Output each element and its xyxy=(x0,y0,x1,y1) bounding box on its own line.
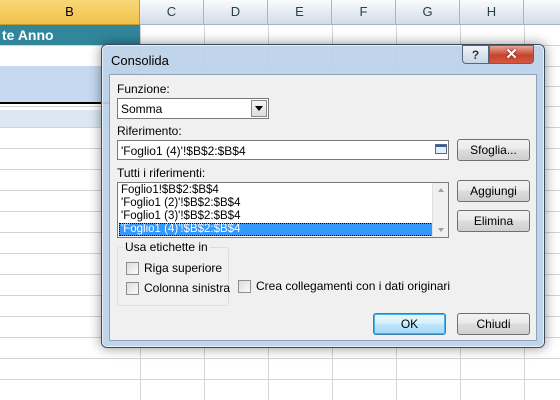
column-header-c[interactable]: C xyxy=(140,0,204,25)
labels-group-title: Usa etichette in xyxy=(123,240,210,254)
labels-groupbox: Usa etichette in Riga superiore Colonna … xyxy=(117,240,230,306)
column-header-e[interactable]: E xyxy=(268,0,332,25)
scroll-down-button[interactable] xyxy=(433,223,448,237)
delete-button[interactable]: Elimina xyxy=(457,210,530,232)
column-header-g[interactable]: G xyxy=(396,0,460,25)
column-header-b[interactable]: B xyxy=(0,0,140,25)
chevron-up-icon xyxy=(438,188,444,192)
vertical-scrollbar[interactable] xyxy=(432,183,448,237)
consolidate-dialog: Consolida ? ✕ Funzione: Somma Riferiment… xyxy=(101,44,545,348)
list-item-selected[interactable]: 'Foglio1 (4)'!$B$2:$B$4 xyxy=(119,223,433,236)
column-header-h[interactable]: H xyxy=(460,0,524,25)
close-icon: ✕ xyxy=(505,46,518,63)
top-row-checkbox[interactable] xyxy=(126,262,139,275)
create-links-checkbox[interactable] xyxy=(238,280,251,293)
help-icon: ? xyxy=(471,47,480,62)
close-dialog-button[interactable]: Chiudi xyxy=(457,313,530,335)
scroll-up-button[interactable] xyxy=(433,183,448,197)
column-header-next[interactable] xyxy=(524,0,560,25)
column-header-d[interactable]: D xyxy=(204,0,268,25)
help-button[interactable]: ? xyxy=(462,45,489,64)
all-references-label: Tutti i riferimenti: xyxy=(117,166,206,180)
column-headers: B C D E F G H xyxy=(0,0,560,25)
top-row-label[interactable]: Riga superiore xyxy=(144,261,222,275)
list-item[interactable]: 'Foglio1 (3)'!$B$2:$B$4 xyxy=(119,210,433,223)
reference-input[interactable]: 'Foglio1 (4)'!$B$2:$B$4 xyxy=(117,140,449,160)
grid-line xyxy=(0,379,560,380)
reference-value: 'Foglio1 (4)'!$B$2:$B$4 xyxy=(121,144,246,158)
list-item[interactable]: 'Foglio1 (2)'!$B$2:$B$4 xyxy=(119,197,433,210)
dialog-body: Funzione: Somma Riferimento: 'Foglio1 (4… xyxy=(109,74,537,341)
collapse-dialog-icon[interactable] xyxy=(434,142,449,158)
title-cell[interactable]: te Anno xyxy=(0,25,140,45)
close-button[interactable]: ✕ xyxy=(489,45,534,64)
chevron-down-icon xyxy=(255,106,263,111)
dropdown-arrow-button[interactable] xyxy=(251,100,267,117)
create-links-label[interactable]: Crea collegamenti con i dati originari xyxy=(256,279,450,293)
add-button[interactable]: Aggiungi xyxy=(457,180,530,202)
reference-label: Riferimento: xyxy=(117,124,182,138)
references-list-items: Foglio1!$B$2:$B$4 'Foglio1 (2)'!$B$2:$B$… xyxy=(119,184,433,236)
dialog-title: Consolida xyxy=(111,53,169,68)
column-header-f[interactable]: F xyxy=(332,0,396,25)
all-references-list[interactable]: Foglio1!$B$2:$B$4 'Foglio1 (2)'!$B$2:$B$… xyxy=(117,182,449,238)
function-dropdown[interactable]: Somma xyxy=(117,98,269,119)
left-column-label[interactable]: Colonna sinistra xyxy=(144,281,230,295)
list-item[interactable]: Foglio1!$B$2:$B$4 xyxy=(119,184,433,197)
browse-button[interactable]: Sfoglia... xyxy=(457,139,530,161)
ok-button[interactable]: OK xyxy=(373,313,446,335)
function-value: Somma xyxy=(121,102,163,116)
chevron-down-icon xyxy=(438,228,444,232)
grid-line xyxy=(0,358,560,359)
left-column-checkbox[interactable] xyxy=(126,282,139,295)
collapse-dialog-icon-bar xyxy=(436,145,446,147)
function-label: Funzione: xyxy=(117,82,170,96)
